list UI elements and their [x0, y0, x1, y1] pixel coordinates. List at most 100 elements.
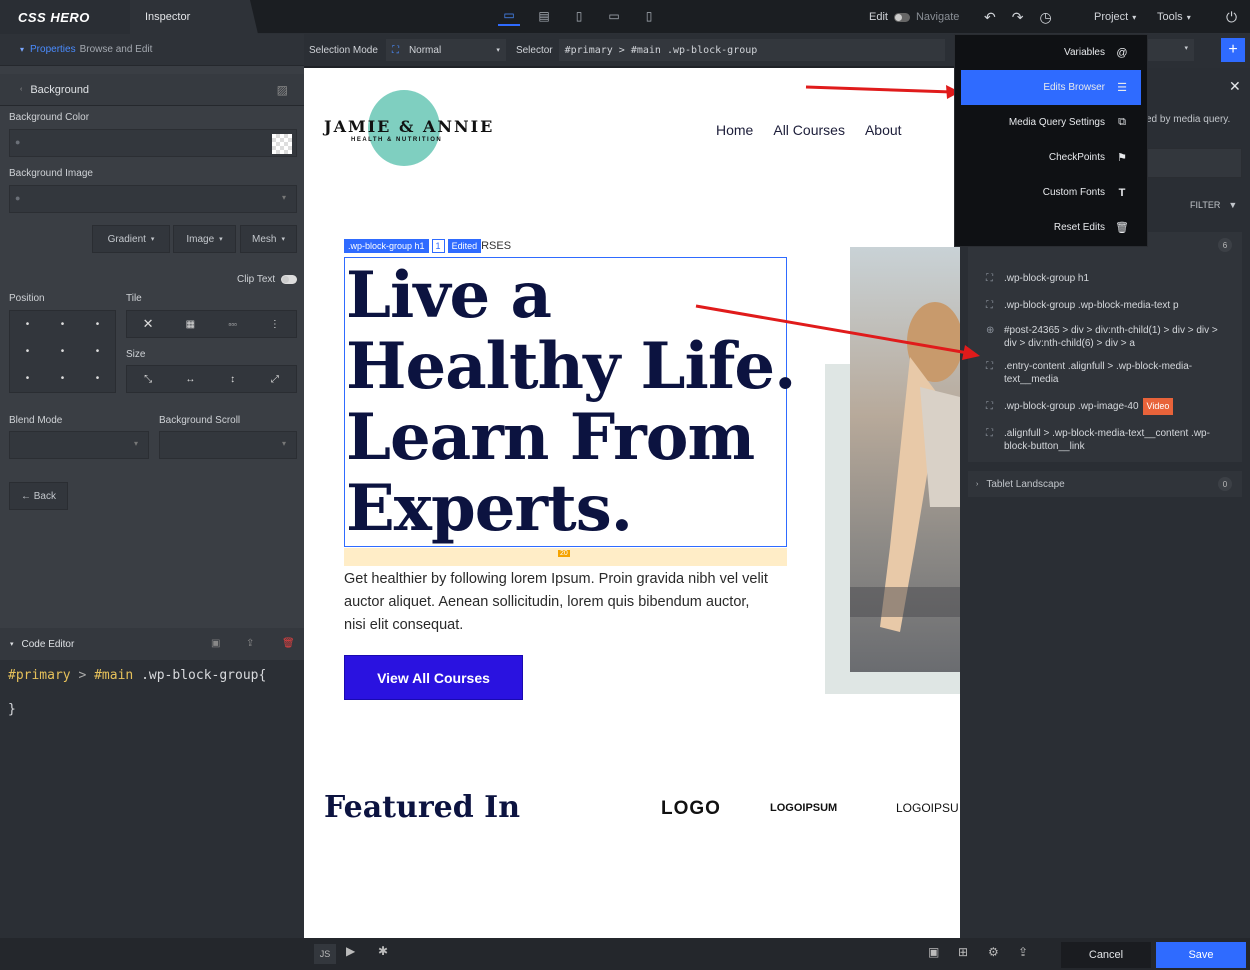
gear-icon[interactable]: ⚙	[988, 945, 999, 959]
tablet-landscape-device-icon[interactable]: ▭	[603, 6, 625, 26]
list-item[interactable]: ⛶ .entry-content .alignfull > .wp-block-m…	[968, 360, 1242, 386]
color-swatch[interactable]	[272, 134, 292, 154]
trash-icon: 🗑	[1115, 222, 1129, 234]
clip-text-toggle[interactable]	[281, 275, 298, 284]
chevron-down-icon: ▾	[10, 641, 14, 648]
trash-icon[interactable]: 🗑	[282, 638, 295, 649]
code-line-1[interactable]: #primary > #main .wp-block-group{	[8, 668, 266, 683]
position-dot[interactable]: •	[10, 365, 45, 392]
list-item[interactable]: ⛶ .alignfull > .wp-block-media-text__cont…	[968, 427, 1242, 453]
no-repeat-icon[interactable]: ✕	[127, 311, 169, 337]
add-button[interactable]: +	[1221, 38, 1245, 62]
repeat-x-icon[interactable]: ▫▫▫	[212, 311, 254, 337]
screen-icon[interactable]: ▣	[928, 945, 939, 959]
height-icon[interactable]: ↕	[212, 366, 254, 392]
cancel-button[interactable]: Cancel	[1061, 942, 1151, 968]
desktop-device-icon[interactable]: ▭	[498, 6, 520, 26]
selection-mode-select[interactable]: ⛶ Normal ▾	[385, 39, 506, 61]
size-options: ⤡ ↔ ↕ ⤢	[126, 365, 297, 393]
js-button[interactable]: JS	[314, 944, 336, 964]
menu-item-edits-browser[interactable]: Edits Browser ☰	[961, 70, 1141, 105]
laptop-device-icon[interactable]: ▤	[533, 6, 555, 26]
position-dot[interactable]: •	[10, 338, 45, 365]
save-button[interactable]: Save	[1156, 942, 1246, 968]
contain-icon[interactable]: ⤡	[127, 366, 169, 392]
history-controls: ↶ ↷ ◷	[984, 0, 1052, 34]
background-section-header[interactable]: ‹ Background ▨	[0, 74, 304, 106]
bg-image-field[interactable]: ● ▾	[9, 185, 297, 213]
clip-text-control[interactable]: Clip Text	[237, 274, 303, 285]
app-logo: CSS HERO	[0, 0, 130, 34]
code-line-3[interactable]: }	[8, 702, 16, 717]
code-editor-header: ▾ Code Editor ▣ ⇪ 🗑	[0, 628, 304, 660]
width-icon[interactable]: ↔	[169, 366, 211, 392]
chevron-down-icon: ▾	[150, 236, 155, 243]
menu-item-checkpoints[interactable]: CheckPoints ⚑	[955, 140, 1147, 175]
power-icon[interactable]: ⏻	[1226, 0, 1237, 34]
search-input[interactable]	[1146, 148, 1242, 178]
list-item[interactable]: ⊕ #post-24365 > div > div:nth-child(1) > …	[968, 324, 1242, 350]
drop-icon: ●	[15, 137, 21, 147]
tablet-landscape-group[interactable]: › Tablet Landscape 0	[968, 471, 1242, 497]
properties-header: ▾ Properties Browse and Edit	[0, 34, 304, 66]
selection-mode-label: Selection Mode	[309, 44, 378, 56]
device-switcher: ▭ ▤ ▯ ▭ ▯	[498, 6, 660, 26]
tile-options: ✕ ▦ ▫▫▫ ⋮	[126, 310, 297, 338]
top-toolbar: CSS HERO Inspector ▭ ▤ ▯ ▭ ▯ Edit Naviga…	[0, 0, 1250, 34]
position-dot[interactable]: •	[80, 338, 115, 365]
undo-icon[interactable]: ↶	[984, 9, 996, 26]
position-dot[interactable]: •	[10, 311, 45, 338]
flag-icon: ⚑	[1117, 152, 1127, 164]
repeat-y-icon[interactable]: ⋮	[254, 311, 296, 337]
chevron-right-icon: ›	[976, 480, 979, 488]
position-dot[interactable]: •	[45, 365, 80, 392]
camera-icon[interactable]: ▶	[346, 944, 355, 958]
tools-menu[interactable]: Tools ▾	[1157, 0, 1191, 34]
bg-scroll-label: Background Scroll	[159, 415, 241, 426]
share-icon[interactable]: ⇪	[1018, 945, 1028, 959]
bug-icon[interactable]: ✱	[378, 944, 388, 958]
position-dot[interactable]: •	[80, 365, 115, 392]
list-item[interactable]: ⛶ .wp-block-group h1	[968, 272, 1242, 285]
project-menu[interactable]: Project ▾	[1094, 0, 1136, 34]
cover-icon[interactable]: ⤢	[254, 366, 296, 392]
position-dot[interactable]: •	[45, 311, 80, 338]
save-icon[interactable]: ▣	[211, 638, 220, 649]
position-dot[interactable]: •	[45, 338, 80, 365]
font-icon: T	[1118, 186, 1126, 199]
properties-link[interactable]: Properties	[30, 44, 76, 55]
image-button[interactable]: Image ▾	[173, 225, 236, 253]
chevron-down-icon: ▾	[219, 236, 223, 243]
menu-item-custom-fonts[interactable]: Custom Fonts T	[955, 175, 1147, 210]
repeat-icon[interactable]: ▦	[169, 311, 211, 337]
tab-inspector[interactable]: Inspector	[130, 0, 258, 34]
export-icon[interactable]: ⇪	[246, 638, 254, 649]
filter-button[interactable]: FILTER ▼	[1190, 200, 1237, 210]
blend-mode-label: Blend Mode	[9, 415, 63, 426]
back-button[interactable]: ← Back	[9, 482, 68, 510]
mode-toggle[interactable]	[893, 12, 910, 22]
redo-icon[interactable]: ↷	[1012, 9, 1024, 26]
bg-scroll-select[interactable]: ▾	[159, 431, 297, 459]
left-bottom-bar	[0, 938, 304, 970]
position-grid[interactable]: • • • • • • • • •	[9, 310, 116, 393]
menu-item-reset-edits[interactable]: Reset Edits 🗑	[955, 210, 1147, 245]
bg-color-field[interactable]: ●	[9, 129, 297, 157]
tablet-device-icon[interactable]: ▯	[568, 6, 590, 26]
sitemap-icon[interactable]: ⊞	[958, 945, 968, 959]
menu-item-media-query[interactable]: Media Query Settings ⧉	[955, 105, 1147, 140]
selector-input[interactable]: #primary > #main .wp-block-group	[558, 39, 945, 61]
blend-mode-select[interactable]: ▾	[9, 431, 149, 459]
gradient-button[interactable]: Gradient ▾	[92, 225, 170, 253]
list-item[interactable]: ⛶ .wp-block-group .wp-image-40 Video	[968, 398, 1242, 415]
position-dot[interactable]: •	[80, 311, 115, 338]
list-item[interactable]: ⛶ .wp-block-group .wp-block-media-text p	[968, 299, 1242, 312]
history-icon[interactable]: ◷	[1039, 9, 1051, 26]
edit-navigate-toggle[interactable]: Edit Navigate	[869, 0, 959, 34]
media-select[interactable]: ▾	[1144, 39, 1194, 61]
code-editor: ▾ Code Editor ▣ ⇪ 🗑 #primary > #main .wp…	[0, 628, 304, 938]
menu-item-variables[interactable]: Variables @	[955, 35, 1147, 70]
mobile-device-icon[interactable]: ▯	[638, 6, 660, 26]
mesh-button[interactable]: Mesh ▾	[240, 225, 297, 253]
close-icon[interactable]: ✕	[1229, 78, 1241, 95]
